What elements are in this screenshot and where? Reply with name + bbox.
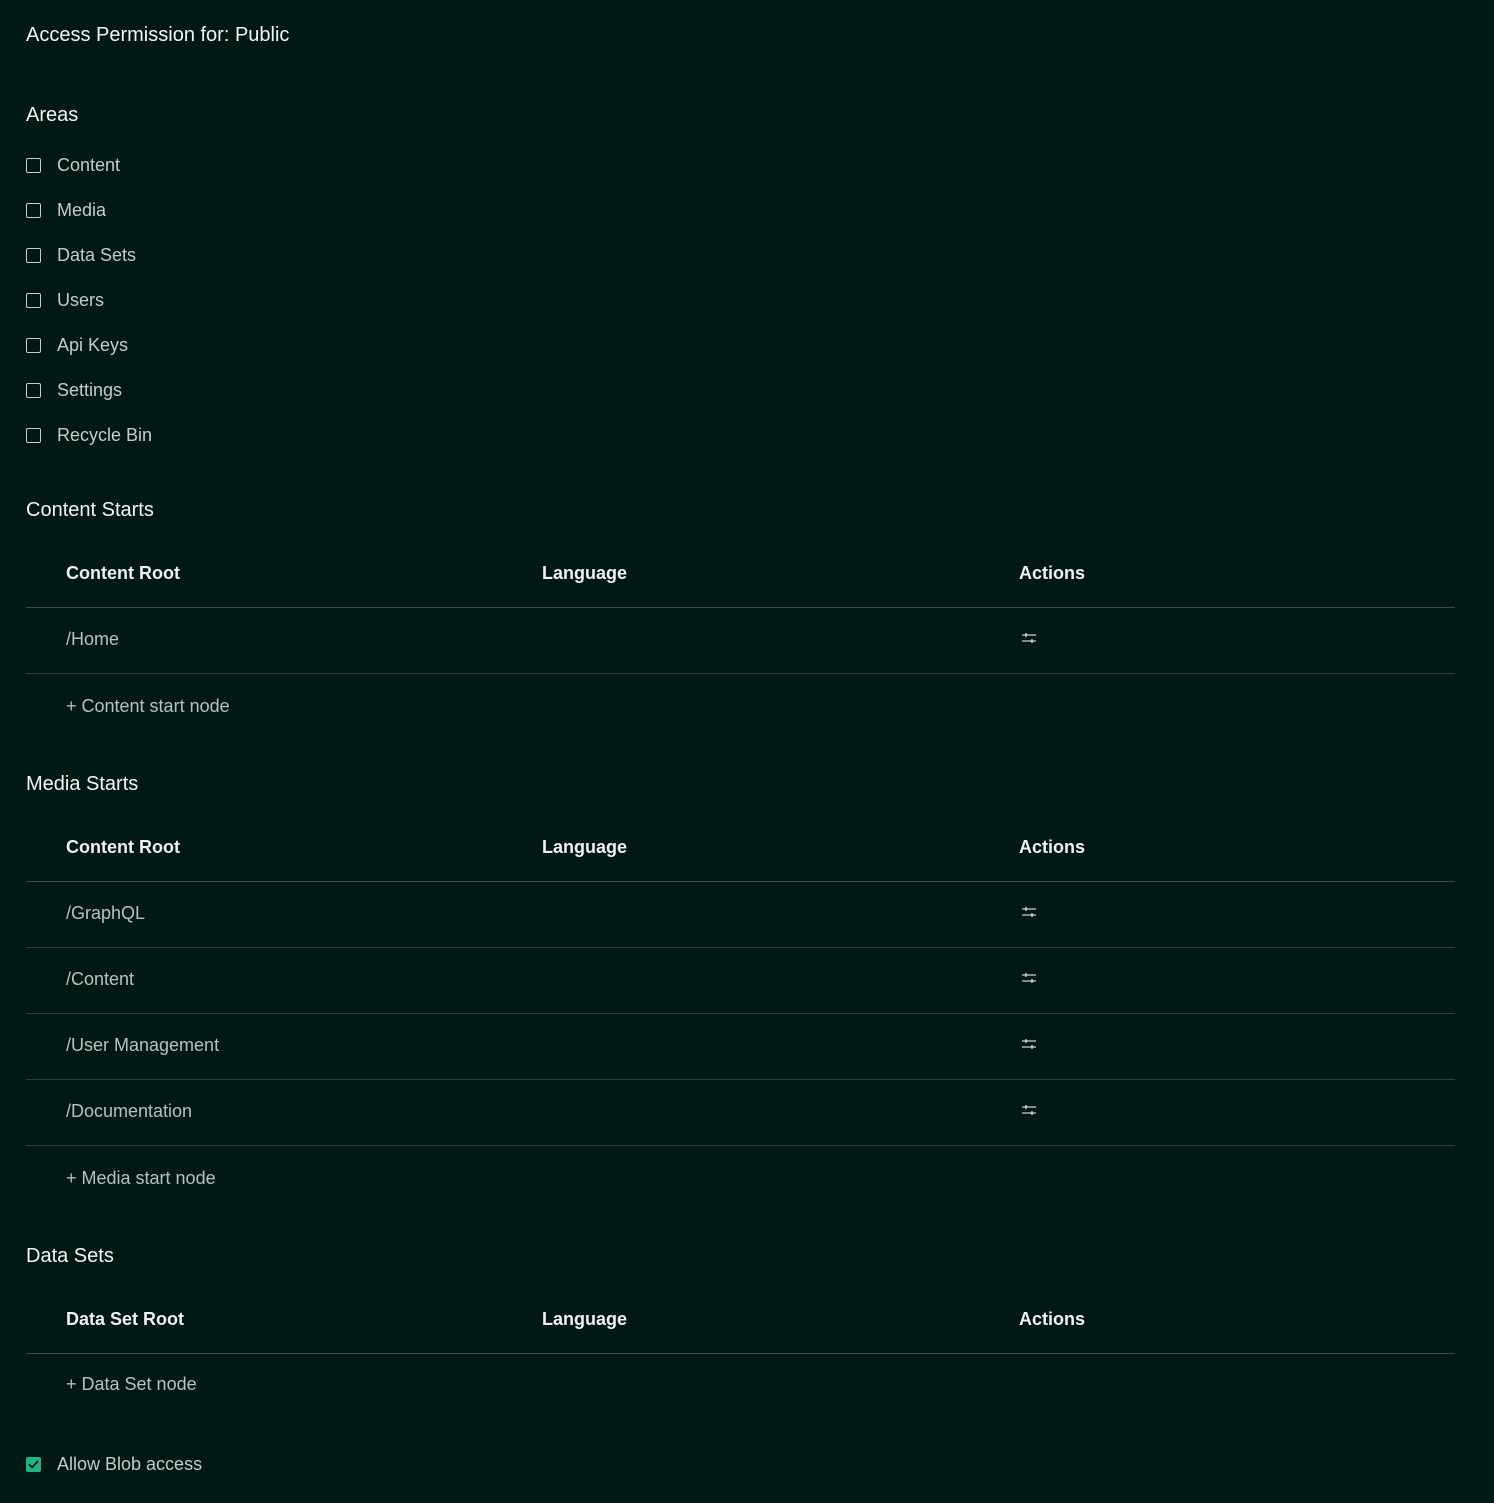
column-header-content-root: Content Root (66, 837, 180, 857)
data-sets-table: Data Set Root Language Actions + Data Se… (26, 1287, 1455, 1418)
sliders-icon[interactable] (1022, 971, 1036, 985)
checkbox-label: Allow Blob access (57, 1453, 203, 1474)
column-header-data-set-root: Data Set Root (66, 1309, 185, 1329)
content-root-cell: /Home (66, 629, 120, 649)
page-title: Access Permission for: Public (26, 24, 290, 46)
column-header-actions: Actions (1019, 837, 1086, 857)
checkbox[interactable] (26, 247, 41, 263)
table-row: /Home (26, 608, 1455, 674)
sliders-icon[interactable] (1022, 1103, 1036, 1117)
checkbox-label: Api Keys (57, 334, 129, 355)
media-starts-table: Content Root Language Actions /GraphQL /… (26, 815, 1455, 1212)
checkbox-label: Content (57, 154, 121, 175)
checkbox-label: Settings (57, 379, 123, 400)
checkbox-label: Data Sets (57, 244, 137, 265)
area-content-checkbox-row[interactable]: Content (26, 150, 152, 180)
column-header-language: Language (542, 1309, 628, 1329)
checkbox[interactable] (26, 157, 41, 173)
sliders-icon[interactable] (1022, 905, 1036, 919)
area-users-checkbox-row[interactable]: Users (26, 285, 152, 315)
checkbox-label: Media (57, 199, 107, 220)
data-sets-section-title: Data Sets (26, 1245, 114, 1267)
media-starts-section-title: Media Starts (26, 773, 139, 795)
checkbox[interactable] (26, 427, 41, 443)
column-header-actions: Actions (1019, 563, 1086, 583)
table-row: /GraphQL (26, 882, 1455, 948)
checkbox-checked[interactable] (26, 1456, 41, 1472)
area-api-keys-checkbox-row[interactable]: Api Keys (26, 330, 152, 360)
column-header-language: Language (542, 563, 628, 583)
content-root-cell: /Content (66, 969, 135, 989)
checkbox-label: Recycle Bin (57, 424, 153, 445)
content-starts-section-title: Content Starts (26, 499, 154, 521)
table-row: /Content (26, 948, 1455, 1014)
add-media-start-node-link[interactable]: + Media start node (66, 1168, 216, 1189)
sliders-icon[interactable] (1022, 1037, 1036, 1051)
checkbox[interactable] (26, 382, 41, 398)
column-header-content-root: Content Root (66, 563, 180, 583)
add-row: + Media start node (26, 1146, 1455, 1212)
add-row: + Content start node (26, 674, 1455, 740)
allow-blob-access-checkbox-row[interactable]: Allow Blob access (26, 1449, 202, 1479)
area-settings-checkbox-row[interactable]: Settings (26, 375, 152, 405)
area-recycle-bin-checkbox-row[interactable]: Recycle Bin (26, 420, 152, 450)
checkbox[interactable] (26, 292, 41, 308)
checkbox[interactable] (26, 337, 41, 353)
content-root-cell: /GraphQL (66, 903, 146, 923)
areas-list: Content Media Data Sets Users Api Keys S… (26, 150, 152, 465)
table-header: Data Set Root Language Actions (26, 1287, 1455, 1354)
column-header-language: Language (542, 837, 628, 857)
column-header-actions: Actions (1019, 1309, 1086, 1329)
table-row: /Documentation (26, 1080, 1455, 1146)
check-icon (28, 1460, 39, 1468)
area-media-checkbox-row[interactable]: Media (26, 195, 152, 225)
areas-section-title: Areas (26, 104, 79, 126)
checkbox[interactable] (26, 202, 41, 218)
add-content-start-node-link[interactable]: + Content start node (66, 696, 230, 717)
table-header: Content Root Language Actions (26, 815, 1455, 882)
checkbox-label: Users (57, 289, 105, 310)
table-header: Content Root Language Actions (26, 541, 1455, 608)
area-data-sets-checkbox-row[interactable]: Data Sets (26, 240, 152, 270)
sliders-icon[interactable] (1022, 631, 1036, 645)
content-starts-table: Content Root Language Actions /Home + Co… (26, 541, 1455, 740)
table-row: /User Management (26, 1014, 1455, 1080)
content-root-cell: /User Management (66, 1035, 220, 1055)
add-row: + Data Set node (26, 1354, 1455, 1418)
add-data-set-node-link[interactable]: + Data Set node (66, 1374, 197, 1395)
content-root-cell: /Documentation (66, 1101, 193, 1121)
